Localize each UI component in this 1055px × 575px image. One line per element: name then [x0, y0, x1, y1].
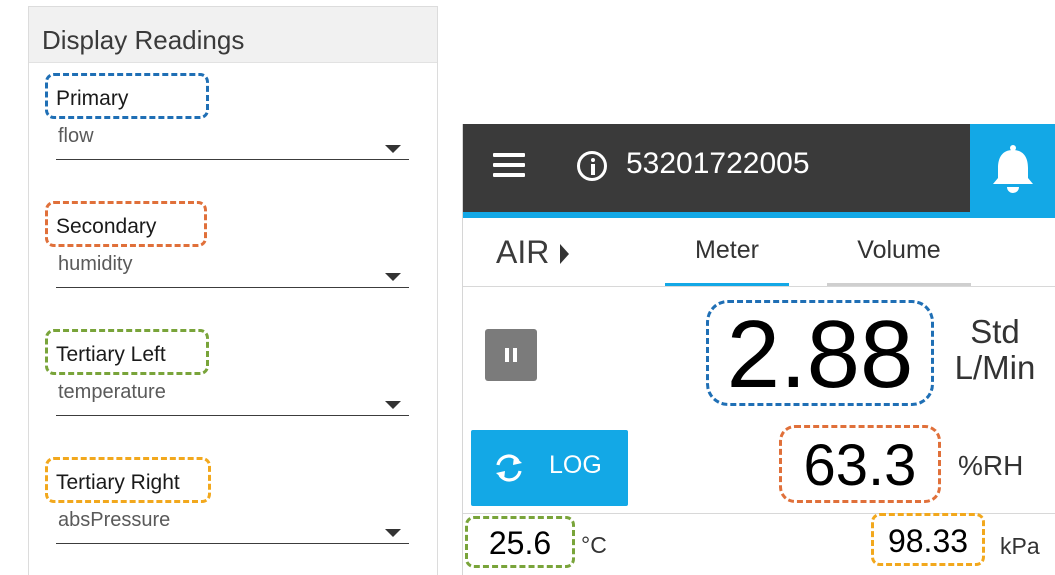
tab-meter[interactable]: Meter	[665, 218, 789, 286]
tertiary-right-label: Tertiary Right	[45, 457, 211, 503]
pause-icon	[505, 348, 509, 362]
info-circle-icon[interactable]	[577, 151, 607, 181]
tertiary-right-unit: kPa	[1000, 533, 1040, 559]
pause-icon-bar	[513, 348, 517, 362]
refresh-icon	[496, 454, 522, 482]
primary-unit: Std L/Min	[945, 314, 1045, 386]
dropdown-arrow-icon	[385, 145, 401, 153]
secondary-select[interactable]: humidity	[56, 253, 409, 288]
secondary-label: Secondary	[45, 201, 207, 247]
tertiary-right-select-value: absPressure	[58, 509, 171, 531]
primary-label: Primary	[45, 73, 209, 119]
primary-reading: 2.88	[706, 300, 934, 407]
tertiary-right-select[interactable]: absPressure	[56, 509, 409, 544]
dropdown-arrow-icon	[385, 273, 401, 281]
tab-meter-label: Meter	[695, 236, 759, 264]
device-id: 53201722005	[626, 147, 810, 180]
primary-unit-line1: Std	[970, 313, 1020, 350]
primary-select[interactable]: flow	[56, 125, 409, 160]
bell-icon	[993, 145, 1033, 193]
secondary-unit: %RH	[958, 450, 1024, 481]
chevron-right-icon[interactable]	[560, 244, 569, 264]
secondary-reading: 63.3	[779, 425, 941, 503]
dropdown-arrow-icon	[385, 529, 401, 537]
tab-volume-label: Volume	[857, 236, 941, 264]
primary-select-value: flow	[58, 125, 94, 147]
tab-row: AIR Meter Volume	[463, 218, 1055, 287]
display-readings-panel: Display Readings Primary flow Secondary …	[28, 6, 438, 575]
hamburger-menu-icon[interactable]	[493, 153, 525, 181]
tertiary-left-label: Tertiary Left	[45, 329, 209, 375]
device-screen: 53201722005 AIR Meter Volume 2.88 Std L/…	[462, 124, 1055, 575]
top-bar: 53201722005	[463, 124, 1055, 212]
tertiary-left-select[interactable]: temperature	[56, 381, 409, 416]
alerts-button[interactable]	[970, 124, 1055, 218]
log-button[interactable]: LOG	[471, 430, 628, 506]
pause-button[interactable]	[485, 329, 537, 381]
primary-unit-line2: L/Min	[954, 349, 1036, 386]
tab-volume[interactable]: Volume	[827, 218, 971, 286]
log-label: LOG	[549, 451, 602, 479]
dropdown-arrow-icon	[385, 401, 401, 409]
panel-title: Display Readings	[29, 7, 437, 63]
tertiary-right-reading: 98.33	[871, 513, 985, 566]
gas-selector[interactable]: AIR	[496, 234, 549, 271]
tertiary-left-unit: °C	[581, 532, 607, 558]
secondary-select-value: humidity	[58, 253, 133, 275]
tertiary-left-select-value: temperature	[58, 381, 166, 403]
tertiary-left-reading: 25.6	[465, 516, 575, 568]
